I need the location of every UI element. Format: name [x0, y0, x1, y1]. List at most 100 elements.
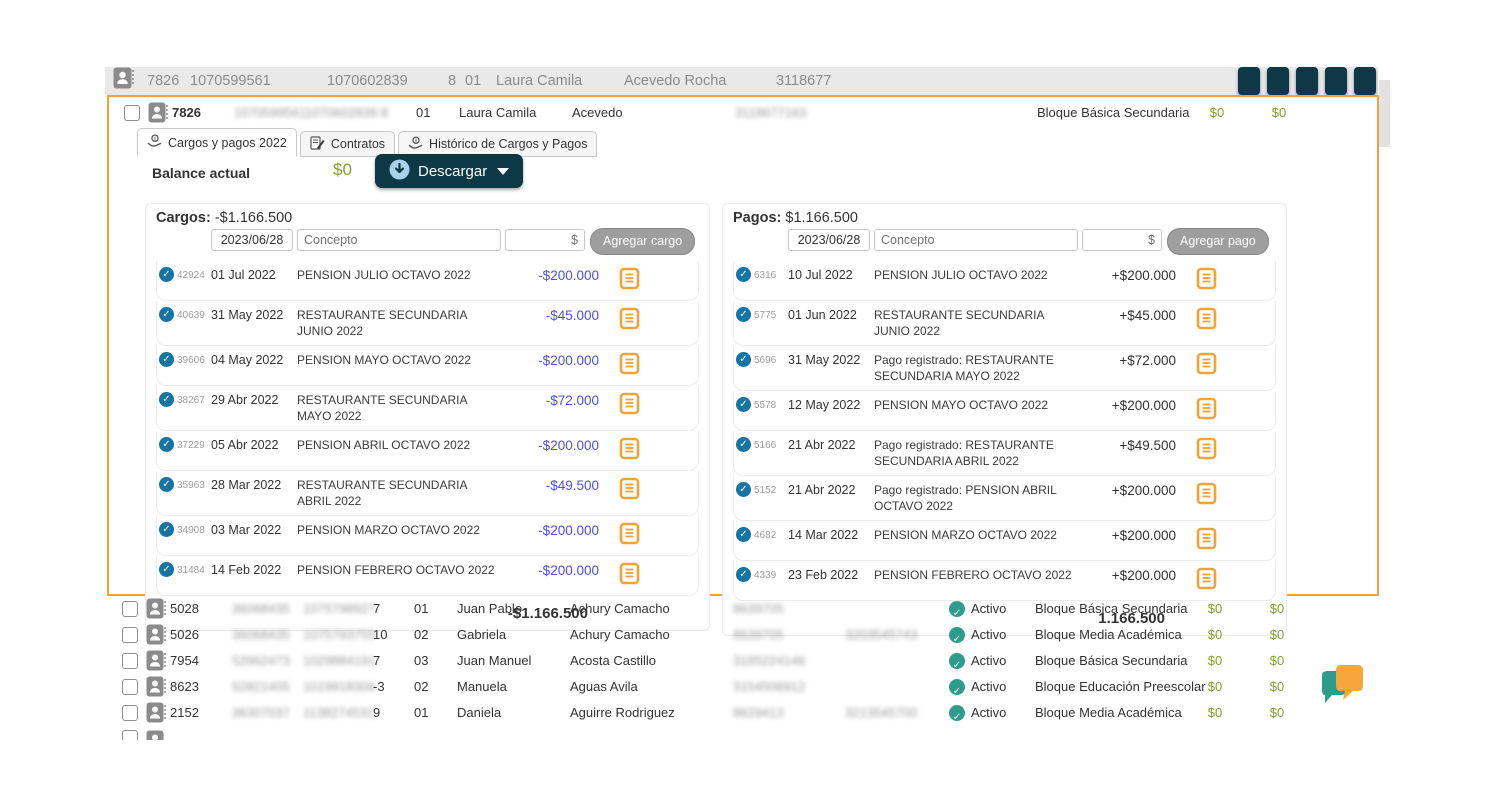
topbar-action-button[interactable]: [1267, 67, 1289, 95]
transaction-concept: PENSION MARZO OCTAVO 2022: [874, 527, 1080, 543]
student-doc1: 36068435: [232, 596, 290, 622]
transaction-amount: +$200.000: [1080, 567, 1176, 584]
transaction-id: 5696: [754, 352, 788, 366]
active-check-icon: ✓: [949, 653, 965, 669]
receipt-icon[interactable]: [1176, 352, 1275, 379]
row-checkbox[interactable]: [122, 730, 138, 740]
student-row: 2152 36307037 1138274531 9 01 Daniela Ag…: [105, 700, 1395, 726]
student-row: 7954 52962473 1029884191 7 03 Juan Manue…: [105, 648, 1395, 674]
transaction-id: 39606: [177, 352, 211, 366]
vertical-scrollbar[interactable]: [1379, 80, 1390, 147]
active-check-icon: ✓: [949, 679, 965, 695]
student-avatar-icon[interactable]: [146, 730, 166, 740]
transaction-row: ✓ 5578 12 May 2022 PENSION MAYO OCTAVO 2…: [733, 391, 1276, 431]
transaction-row: ✓ 4682 14 Mar 2022 PENSION MARZO OCTAVO …: [733, 521, 1276, 561]
check-circle-icon: ✓: [159, 267, 174, 282]
payments-icon: [408, 136, 423, 153]
chat-bubbles-icon: [1316, 662, 1370, 716]
receipt-icon[interactable]: [599, 392, 698, 419]
receipt-icon[interactable]: [1176, 397, 1275, 424]
chat-widget[interactable]: [1316, 662, 1370, 721]
cargo-amount-input[interactable]: [505, 229, 585, 251]
transaction-amount: -$200.000: [503, 352, 599, 369]
transaction-date: 21 Abr 2022: [788, 437, 874, 453]
student-id: 8623: [170, 674, 199, 700]
row-checkbox[interactable]: [124, 105, 140, 121]
receipt-icon[interactable]: [599, 522, 698, 549]
transaction-amount: +$72.000: [1080, 352, 1176, 369]
transaction-concept: PENSION FEBRERO OCTAVO 2022: [297, 562, 503, 578]
transaction-id: 4682: [754, 527, 788, 541]
row-checkbox[interactable]: [122, 705, 138, 721]
student-doc2: 1070602839 8: [305, 100, 388, 126]
pagos-title: Pagos: $1.166.500: [733, 210, 1286, 226]
check-circle-icon: ✓: [736, 267, 751, 282]
check-circle-icon: ✓: [736, 437, 751, 452]
topbar-action-button[interactable]: [1238, 67, 1260, 95]
student-balance-1: $0: [1197, 700, 1233, 726]
topbar-action-button[interactable]: [1296, 67, 1318, 95]
cargo-concept-input[interactable]: [297, 229, 501, 251]
student-balance-2: $0: [1259, 596, 1295, 622]
receipt-icon[interactable]: [599, 562, 698, 589]
transaction-amount: +$200.000: [1080, 397, 1176, 414]
receipt-icon[interactable]: [1176, 482, 1275, 509]
transaction-row: ✓ 39606 04 May 2022 PENSION MAYO OCTAVO …: [156, 346, 699, 386]
balance-label: Balance actual: [152, 165, 250, 181]
check-circle-icon: ✓: [736, 527, 751, 542]
tab-label: Contratos: [331, 137, 385, 151]
transaction-date: 14 Feb 2022: [211, 562, 297, 578]
student-doc2: 1029884191: [303, 648, 375, 674]
cloud-download-icon: [389, 159, 410, 184]
summary-grade: 01: [465, 67, 481, 95]
transaction-row: ✓ 35963 28 Mar 2022 RESTAURANTE SECUNDAR…: [156, 471, 699, 516]
transaction-date: 04 May 2022: [211, 352, 297, 368]
student-balance-1: $0: [1197, 622, 1233, 648]
cargo-date-input[interactable]: [211, 229, 293, 251]
transaction-row: ✓ 6316 10 Jul 2022 PENSION JULIO OCTAVO …: [733, 261, 1276, 301]
transaction-concept: PENSION FEBRERO OCTAVO 2022: [874, 567, 1080, 583]
student-first-name: Juan Manuel: [457, 648, 531, 674]
student-last-name: Acosta Castillo: [570, 648, 656, 674]
receipt-icon[interactable]: [1176, 267, 1275, 294]
transaction-id: 38267: [177, 392, 211, 406]
transaction-amount: -$200.000: [503, 267, 599, 284]
pago-amount-input[interactable]: [1082, 229, 1162, 251]
student-n: 10: [373, 622, 387, 648]
student-doc2: 1075793755: [303, 622, 375, 648]
receipt-icon[interactable]: [599, 437, 698, 464]
student-phone: 3185224146: [733, 648, 805, 674]
transaction-date: 03 Mar 2022: [211, 522, 297, 538]
receipt-icon[interactable]: [1176, 437, 1275, 464]
transaction-id: 5578: [754, 397, 788, 411]
student-bloque: Bloque Media Académica: [1035, 700, 1182, 726]
student-first-name: Manuela: [457, 674, 507, 700]
transaction-concept: PENSION JULIO OCTAVO 2022: [874, 267, 1080, 283]
row-checkbox[interactable]: [122, 627, 138, 643]
row-checkbox[interactable]: [122, 653, 138, 669]
receipt-icon[interactable]: [1176, 567, 1275, 594]
pago-date-input[interactable]: [788, 229, 870, 251]
receipt-icon[interactable]: [1176, 527, 1275, 554]
transaction-date: 12 May 2022: [788, 397, 874, 413]
add-cargo-button[interactable]: Agregar cargo: [590, 228, 695, 255]
download-button[interactable]: Descargar: [375, 154, 523, 188]
pago-concept-input[interactable]: [874, 229, 1078, 251]
topbar-action-button[interactable]: [1325, 67, 1347, 95]
student-grade: 03: [414, 648, 428, 674]
row-checkbox[interactable]: [122, 601, 138, 617]
transaction-date: 29 Abr 2022: [211, 392, 297, 408]
check-circle-icon: ✓: [736, 482, 751, 497]
receipt-icon[interactable]: [599, 307, 698, 334]
topbar-action-button[interactable]: [1354, 67, 1376, 95]
receipt-icon[interactable]: [1176, 307, 1275, 334]
student-grade: 02: [414, 674, 428, 700]
add-pago-button[interactable]: Agregar pago: [1167, 228, 1269, 255]
detail-tab[interactable]: Cargos y pagos 2022: [137, 128, 297, 157]
detail-tabs: Cargos y pagos 2022 Contratos Histórico …: [137, 128, 600, 157]
receipt-icon[interactable]: [599, 352, 698, 379]
receipt-icon[interactable]: [599, 267, 698, 294]
student-bloque: Bloque Básica Secundaria: [1037, 100, 1190, 126]
row-checkbox[interactable]: [122, 679, 138, 695]
receipt-icon[interactable]: [599, 477, 698, 504]
